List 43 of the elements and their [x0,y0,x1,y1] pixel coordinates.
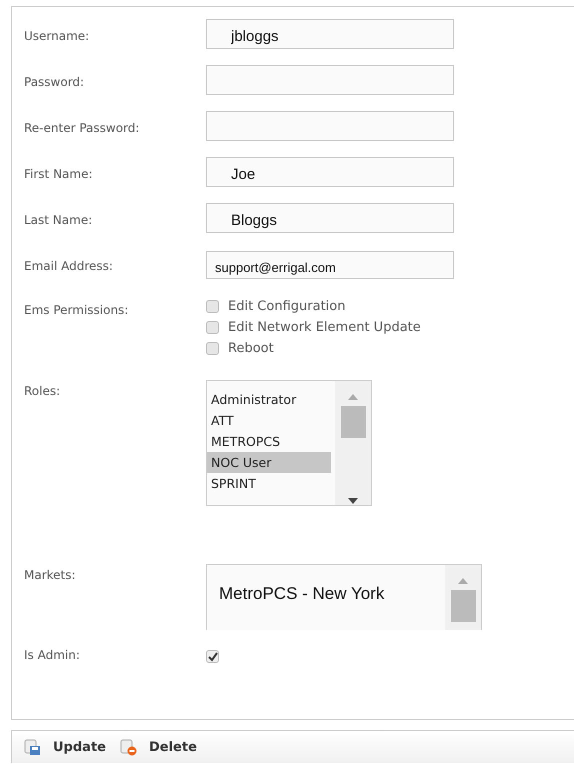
input-field[interactable]: support@errigal.com [206,251,454,279]
field-label: First Name: [24,166,94,181]
scroll-up-icon [347,393,359,400]
scroll-up-icon [457,577,469,584]
checkbox[interactable] [206,342,219,355]
field-label: Ems Permissions: [24,302,130,317]
checkbox-label: Edit Configuration [228,299,346,314]
toolbar-button[interactable]: Delete [120,738,197,756]
toolbar-button[interactable]: Update [24,738,106,756]
scroll-thumb[interactable] [340,406,366,438]
list-option[interactable]: MetroPCS - New York [207,573,441,605]
list-option[interactable]: NOC User [207,452,331,473]
field-label: Email Address: [24,258,114,273]
input-field[interactable]: jbloggs [206,19,454,49]
listbox[interactable]: Administrator ATT METROPCS NOC User SPRINT [206,380,372,506]
field-label: Password: [24,74,86,89]
input-field[interactable]: Bloggs [206,203,454,233]
checkmark-icon [208,652,218,662]
input-field[interactable] [206,111,454,141]
save-icon [24,738,41,756]
listbox[interactable]: MetroPCS - New York [206,564,482,630]
scroll-down-icon [347,498,359,505]
field-label: Username: [24,28,90,43]
list-option[interactable]: METROPCS [207,431,331,452]
list-option[interactable]: Administrator [207,389,331,410]
scrollbar[interactable] [445,565,481,630]
scrollbar[interactable] [335,381,371,505]
field-label: Re-enter Password: [24,120,140,135]
checkbox-label: Reboot [228,341,274,356]
scroll-thumb[interactable] [450,590,476,622]
list-option[interactable]: SPRINT [207,473,331,494]
field-label: Is Admin: [24,647,81,662]
checkbox[interactable] [206,300,219,313]
delete-icon [120,738,137,756]
input-field[interactable]: Joe [206,157,454,187]
field-label: Markets: [24,567,77,582]
list-option[interactable]: ATT [207,410,331,431]
checkbox-label: Edit Network Element Update [228,320,421,335]
field-label: Last Name: [24,212,94,227]
checkbox[interactable] [206,321,219,334]
checkbox[interactable] [206,650,219,663]
field-label: Roles: [24,383,62,398]
input-field[interactable] [206,65,454,95]
